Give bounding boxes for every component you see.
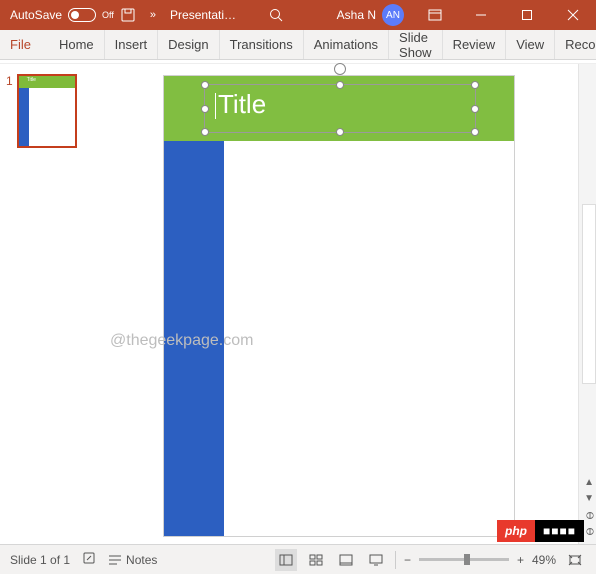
accessibility-icon[interactable] (82, 551, 96, 568)
slidesorter-view-icon[interactable] (305, 549, 327, 571)
resize-handle[interactable] (336, 128, 344, 136)
document-title[interactable]: Presentati… (170, 8, 236, 22)
user-name: Asha N (337, 8, 376, 22)
fit-to-window-icon[interactable] (564, 549, 586, 571)
tab-slideshow[interactable]: Slide Show (389, 30, 443, 59)
tab-transitions[interactable]: Transitions (220, 30, 304, 59)
status-bar: Slide 1 of 1 Notes − + 49% (0, 544, 596, 574)
save-icon[interactable] (118, 5, 138, 25)
title-bar: AutoSave Off » Presentati… Asha N AN (0, 0, 596, 30)
php-badge: php ■■■■ (497, 520, 584, 542)
resize-handle[interactable] (471, 81, 479, 89)
tab-insert[interactable]: Insert (105, 30, 159, 59)
scrollbar-track[interactable] (582, 204, 596, 384)
overflow-icon[interactable]: » (150, 9, 156, 21)
workspace: 1 Title Title @th (0, 64, 596, 544)
maximize-button[interactable] (504, 0, 550, 30)
scroll-up-icon[interactable]: ▲ (584, 477, 594, 488)
resize-handle[interactable] (471, 128, 479, 136)
slide-thumbnail[interactable]: 1 Title (6, 74, 98, 148)
autosave-label: AutoSave (10, 8, 62, 22)
badge-right: ■■■■ (535, 520, 584, 542)
ribbon-display-icon[interactable] (412, 0, 458, 30)
resize-handle[interactable] (201, 128, 209, 136)
tab-home[interactable]: Home (49, 30, 105, 59)
slide[interactable]: Title (164, 76, 514, 536)
resize-handle[interactable] (201, 81, 209, 89)
tab-view[interactable]: View (506, 30, 555, 59)
zoom-out-icon[interactable]: − (404, 553, 411, 567)
ribbon-tabs: File Home Insert Design Transitions Anim… (0, 30, 596, 60)
text-cursor (215, 93, 216, 119)
slideshow-view-icon[interactable] (365, 549, 387, 571)
zoom-level[interactable]: 49% (532, 553, 556, 567)
watermark-text: @thegeekpage.com (110, 332, 253, 350)
slide-thumbnails-panel: 1 Title (0, 64, 104, 544)
tab-recording[interactable]: Recordi (555, 30, 596, 59)
autosave-state: Off (102, 10, 114, 20)
scroll-down-icon[interactable]: ▼ (584, 493, 594, 504)
notes-label: Notes (126, 553, 157, 567)
slide-number: 1 (6, 74, 13, 148)
zoom-slider[interactable] (419, 558, 509, 561)
badge-left: php (497, 520, 535, 542)
slide-canvas[interactable]: Title @thegeekpage.com (104, 64, 578, 544)
toggle-off-icon[interactable] (68, 8, 96, 22)
slide-counter[interactable]: Slide 1 of 1 (10, 553, 70, 567)
minimize-button[interactable] (458, 0, 504, 30)
tab-file[interactable]: File (0, 30, 49, 59)
search-icon[interactable] (266, 5, 286, 25)
tab-animations[interactable]: Animations (304, 30, 389, 59)
resize-handle[interactable] (471, 105, 479, 113)
rotate-handle-icon[interactable] (334, 63, 346, 75)
title-text[interactable]: Title (218, 89, 266, 119)
resize-handle[interactable] (336, 81, 344, 89)
next-slide-icon[interactable]: ⦷ (586, 527, 594, 538)
reading-view-icon[interactable] (335, 549, 357, 571)
zoom-in-icon[interactable]: + (517, 553, 524, 567)
notes-button[interactable]: Notes (108, 553, 157, 567)
thumb-title: Title (27, 77, 36, 83)
autosave-toggle[interactable]: AutoSave Off (10, 8, 114, 22)
normal-view-icon[interactable] (275, 549, 297, 571)
title-textbox[interactable]: Title (204, 84, 476, 133)
prev-slide-icon[interactable]: ⦷ (586, 511, 594, 522)
resize-handle[interactable] (201, 105, 209, 113)
tab-review[interactable]: Review (443, 30, 507, 59)
avatar: AN (382, 4, 404, 26)
tab-design[interactable]: Design (158, 30, 219, 59)
vertical-scrollbar[interactable]: ▲ ▼ ⦷ ⦷ (578, 64, 596, 544)
user-account[interactable]: Asha N AN (337, 4, 404, 26)
close-button[interactable] (550, 0, 596, 30)
